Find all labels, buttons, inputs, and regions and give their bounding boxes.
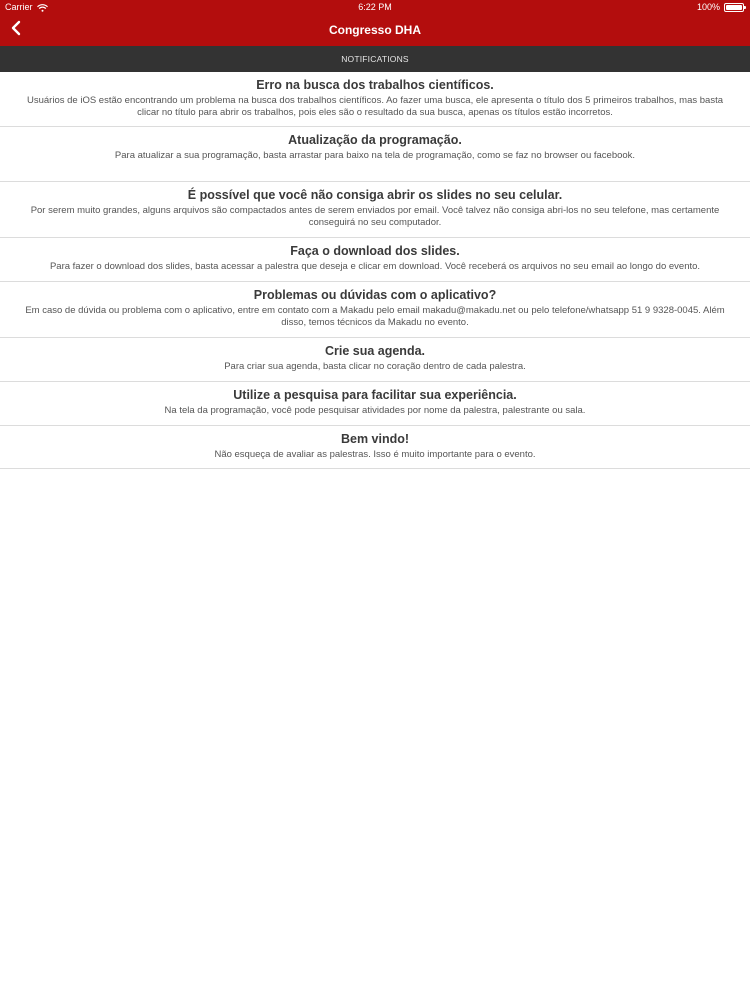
section-header: NOTIFICATIONS <box>0 46 750 72</box>
page-title: Congresso DHA <box>328 23 421 37</box>
notification-item[interactable]: Bem vindo! Não esqueça de avaliar as pale… <box>0 426 750 469</box>
notification-title: Faça o download dos slides. <box>290 244 460 258</box>
notification-item[interactable]: Faça o download dos slides. Para fazer o … <box>0 238 750 282</box>
notification-title: Erro na busca dos trabalhos científicos. <box>256 78 494 92</box>
notification-item[interactable]: Crie sua agenda. Para criar sua agenda, b… <box>0 338 750 382</box>
battery-icon <box>724 3 746 12</box>
notification-title: Problemas ou dúvidas com o aplicativo? <box>253 288 497 302</box>
notification-body: Por serem muito grandes, alguns arquivos… <box>30 205 720 228</box>
status-bar: Carrier 6:22 PM 100% <box>0 0 750 15</box>
notification-title: Utilize a pesquisa para facilitar sua ex… <box>233 388 517 402</box>
notification-item[interactable]: Atualização da programação. Para atualiza… <box>0 127 750 182</box>
app-screen: Carrier 6:22 PM 100% Congresso DHA NOTIF… <box>0 0 750 1000</box>
status-time: 6:22 PM <box>358 2 392 12</box>
notification-body: Para criar sua agenda, basta clicar no c… <box>224 361 526 372</box>
notification-body: Na tela da programação, você pode pesqui… <box>164 405 586 416</box>
notification-title: Crie sua agenda. <box>324 344 426 358</box>
notification-body: Para atualizar a sua programação, basta … <box>114 150 636 161</box>
notification-body: Não esqueça de avaliar as palestras. Iss… <box>214 449 536 460</box>
notification-item[interactable]: É possível que você não consiga abrir os… <box>0 182 750 238</box>
notification-title: Bem vindo! <box>340 432 410 446</box>
notification-item[interactable]: Erro na busca dos trabalhos científicos.… <box>0 72 750 127</box>
notification-title: Atualização da programação. <box>288 133 462 147</box>
notification-item[interactable]: Utilize a pesquisa para facilitar sua ex… <box>0 382 750 426</box>
notification-body: Usuários de iOS estão encontrando um pro… <box>27 95 723 118</box>
notification-title: É possível que você não consiga abrir os… <box>187 188 563 202</box>
status-right: 100% <box>696 0 746 15</box>
header: Carrier 6:22 PM 100% Congresso DHA <box>0 0 750 46</box>
notification-list: Erro na busca dos trabalhos científicos.… <box>0 72 750 469</box>
nav-bar: Congresso DHA <box>0 15 750 46</box>
notification-body: Para fazer o download dos slides, basta … <box>49 261 701 272</box>
notification-item[interactable]: Problemas ou dúvidas com o aplicativo? Em… <box>0 282 750 338</box>
notification-body: Em caso de dúvida ou problema com o apli… <box>25 305 725 328</box>
battery-percent: 100% <box>696 2 720 12</box>
